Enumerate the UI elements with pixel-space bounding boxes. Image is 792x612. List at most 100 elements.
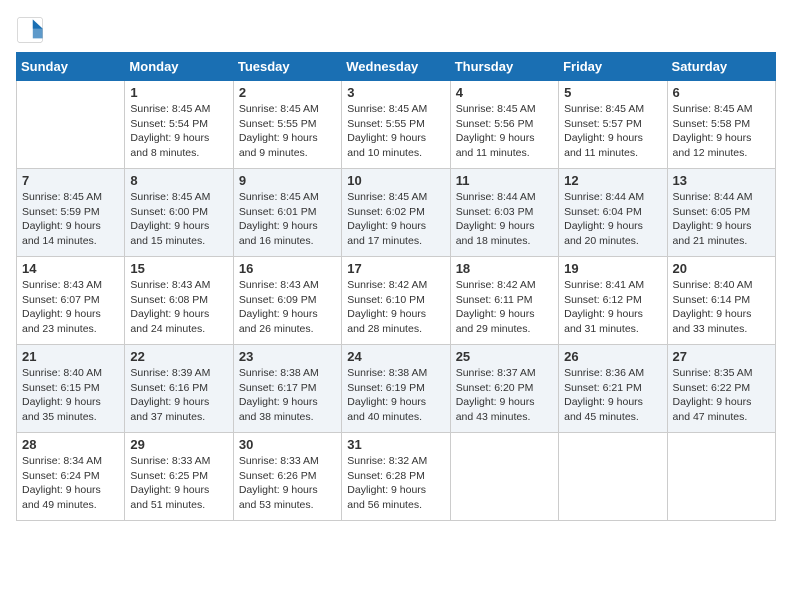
cell-line: Daylight: 9 hours bbox=[673, 219, 770, 234]
cell-line: Sunset: 5:59 PM bbox=[22, 205, 119, 220]
day-header-saturday: Saturday bbox=[667, 53, 775, 81]
cell-line: Daylight: 9 hours bbox=[130, 131, 227, 146]
day-number: 27 bbox=[673, 349, 770, 364]
cell-line: Daylight: 9 hours bbox=[564, 219, 661, 234]
cell-line: Daylight: 9 hours bbox=[22, 307, 119, 322]
cell-line: Daylight: 9 hours bbox=[22, 395, 119, 410]
calendar-cell: 5Sunrise: 8:45 AMSunset: 5:57 PMDaylight… bbox=[559, 81, 667, 169]
calendar-cell bbox=[667, 433, 775, 521]
cell-line: and 14 minutes. bbox=[22, 234, 119, 249]
day-number: 28 bbox=[22, 437, 119, 452]
logo-icon bbox=[16, 16, 44, 44]
cell-line: Sunrise: 8:44 AM bbox=[673, 190, 770, 205]
cell-line: Sunrise: 8:42 AM bbox=[347, 278, 444, 293]
cell-line: Sunrise: 8:43 AM bbox=[130, 278, 227, 293]
calendar-cell: 25Sunrise: 8:37 AMSunset: 6:20 PMDayligh… bbox=[450, 345, 558, 433]
cell-line: Daylight: 9 hours bbox=[347, 219, 444, 234]
cell-line: and 23 minutes. bbox=[22, 322, 119, 337]
cell-line: Sunset: 6:10 PM bbox=[347, 293, 444, 308]
cell-line: Daylight: 9 hours bbox=[130, 307, 227, 322]
cell-line: Sunrise: 8:45 AM bbox=[239, 102, 336, 117]
cell-line: Sunrise: 8:43 AM bbox=[239, 278, 336, 293]
cell-line: Daylight: 9 hours bbox=[347, 483, 444, 498]
cell-line: and 37 minutes. bbox=[130, 410, 227, 425]
day-header-monday: Monday bbox=[125, 53, 233, 81]
cell-line: Sunrise: 8:43 AM bbox=[22, 278, 119, 293]
day-number: 3 bbox=[347, 85, 444, 100]
day-number: 20 bbox=[673, 261, 770, 276]
cell-line: Daylight: 9 hours bbox=[239, 395, 336, 410]
cell-line: Daylight: 9 hours bbox=[673, 307, 770, 322]
cell-line: Sunrise: 8:39 AM bbox=[130, 366, 227, 381]
cell-line: Daylight: 9 hours bbox=[22, 483, 119, 498]
cell-line: Sunrise: 8:40 AM bbox=[673, 278, 770, 293]
day-number: 14 bbox=[22, 261, 119, 276]
week-row-4: 28Sunrise: 8:34 AMSunset: 6:24 PMDayligh… bbox=[17, 433, 776, 521]
cell-line: and 28 minutes. bbox=[347, 322, 444, 337]
cell-line: and 53 minutes. bbox=[239, 498, 336, 513]
cell-line: Sunrise: 8:42 AM bbox=[456, 278, 553, 293]
calendar-cell: 19Sunrise: 8:41 AMSunset: 6:12 PMDayligh… bbox=[559, 257, 667, 345]
cell-line: Sunset: 6:08 PM bbox=[130, 293, 227, 308]
cell-line: Sunset: 6:24 PM bbox=[22, 469, 119, 484]
day-number: 4 bbox=[456, 85, 553, 100]
calendar-cell: 6Sunrise: 8:45 AMSunset: 5:58 PMDaylight… bbox=[667, 81, 775, 169]
week-row-2: 14Sunrise: 8:43 AMSunset: 6:07 PMDayligh… bbox=[17, 257, 776, 345]
cell-line: Sunset: 5:57 PM bbox=[564, 117, 661, 132]
calendar-cell bbox=[559, 433, 667, 521]
calendar-cell: 1Sunrise: 8:45 AMSunset: 5:54 PMDaylight… bbox=[125, 81, 233, 169]
logo bbox=[16, 16, 48, 44]
day-number: 25 bbox=[456, 349, 553, 364]
cell-line: and 33 minutes. bbox=[673, 322, 770, 337]
day-header-friday: Friday bbox=[559, 53, 667, 81]
day-number: 31 bbox=[347, 437, 444, 452]
day-header-tuesday: Tuesday bbox=[233, 53, 341, 81]
cell-line: and 16 minutes. bbox=[239, 234, 336, 249]
cell-line: and 11 minutes. bbox=[564, 146, 661, 161]
calendar-cell: 14Sunrise: 8:43 AMSunset: 6:07 PMDayligh… bbox=[17, 257, 125, 345]
day-number: 23 bbox=[239, 349, 336, 364]
cell-line: Daylight: 9 hours bbox=[130, 219, 227, 234]
cell-line: Sunset: 6:17 PM bbox=[239, 381, 336, 396]
day-number: 22 bbox=[130, 349, 227, 364]
cell-line: Sunrise: 8:36 AM bbox=[564, 366, 661, 381]
calendar-cell: 12Sunrise: 8:44 AMSunset: 6:04 PMDayligh… bbox=[559, 169, 667, 257]
cell-line: Sunrise: 8:44 AM bbox=[564, 190, 661, 205]
cell-line: Sunrise: 8:40 AM bbox=[22, 366, 119, 381]
cell-line: Daylight: 9 hours bbox=[456, 307, 553, 322]
cell-line: Sunset: 6:16 PM bbox=[130, 381, 227, 396]
cell-line: Sunrise: 8:37 AM bbox=[456, 366, 553, 381]
cell-line: Daylight: 9 hours bbox=[347, 395, 444, 410]
cell-line: Sunset: 6:01 PM bbox=[239, 205, 336, 220]
day-number: 8 bbox=[130, 173, 227, 188]
calendar-cell: 31Sunrise: 8:32 AMSunset: 6:28 PMDayligh… bbox=[342, 433, 450, 521]
cell-line: and 11 minutes. bbox=[456, 146, 553, 161]
day-number: 9 bbox=[239, 173, 336, 188]
cell-line: Sunrise: 8:45 AM bbox=[347, 190, 444, 205]
cell-line: Sunset: 6:14 PM bbox=[673, 293, 770, 308]
cell-line: Daylight: 9 hours bbox=[673, 131, 770, 146]
day-number: 15 bbox=[130, 261, 227, 276]
cell-line: and 38 minutes. bbox=[239, 410, 336, 425]
cell-line: Sunset: 6:12 PM bbox=[564, 293, 661, 308]
cell-line: Daylight: 9 hours bbox=[347, 307, 444, 322]
cell-line: Daylight: 9 hours bbox=[456, 131, 553, 146]
cell-line: Sunset: 6:21 PM bbox=[564, 381, 661, 396]
cell-line: Daylight: 9 hours bbox=[564, 307, 661, 322]
cell-line: Sunset: 6:11 PM bbox=[456, 293, 553, 308]
day-number: 30 bbox=[239, 437, 336, 452]
cell-line: Sunset: 5:58 PM bbox=[673, 117, 770, 132]
cell-line: Daylight: 9 hours bbox=[22, 219, 119, 234]
cell-line: and 12 minutes. bbox=[673, 146, 770, 161]
cell-line: Sunrise: 8:35 AM bbox=[673, 366, 770, 381]
day-header-wednesday: Wednesday bbox=[342, 53, 450, 81]
calendar-cell: 16Sunrise: 8:43 AMSunset: 6:09 PMDayligh… bbox=[233, 257, 341, 345]
cell-line: Sunrise: 8:41 AM bbox=[564, 278, 661, 293]
cell-line: and 35 minutes. bbox=[22, 410, 119, 425]
page-header bbox=[16, 16, 776, 44]
week-row-3: 21Sunrise: 8:40 AMSunset: 6:15 PMDayligh… bbox=[17, 345, 776, 433]
cell-line: Sunrise: 8:45 AM bbox=[564, 102, 661, 117]
calendar-cell: 10Sunrise: 8:45 AMSunset: 6:02 PMDayligh… bbox=[342, 169, 450, 257]
calendar-cell: 15 Sunrise: 8:43 AMSunset: 6:08 PMDayligh… bbox=[125, 257, 233, 345]
cell-line: Sunset: 6:20 PM bbox=[456, 381, 553, 396]
